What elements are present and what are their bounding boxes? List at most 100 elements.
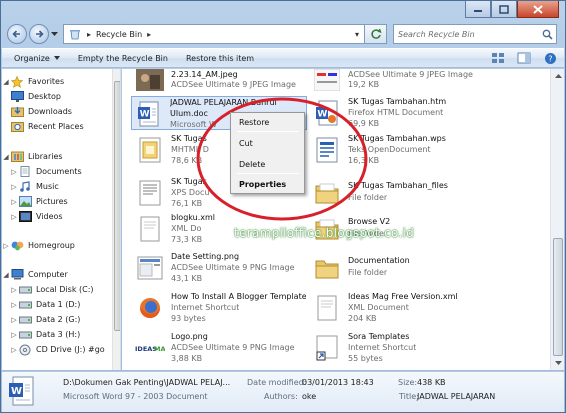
refresh-button[interactable] — [365, 24, 387, 44]
nav-data3[interactable]: ▷ Data 3 (H:) — [10, 327, 80, 342]
address-row: ▸ Recycle Bin ▸ ▾ Search Recycle Bin — [7, 23, 559, 45]
nav-computer[interactable]: ◢ Computer — [2, 267, 68, 282]
organize-button[interactable]: Organize — [14, 54, 60, 63]
file-item[interactable]: Sora Templates Internet Shortcut 55 byte… — [310, 331, 480, 365]
explorer-window: ▸ Recycle Bin ▸ ▾ Search Recycle Bin Org… — [0, 0, 566, 413]
close-button[interactable] — [517, 1, 559, 18]
address-dropdown[interactable]: ▾ — [350, 30, 364, 39]
file-item[interactable]: 2.23.14_AM.jpeg ACDSee Ultimate 9 JPEG I… — [133, 69, 303, 97]
file-type: Internet Shortcut — [348, 343, 417, 352]
expand-icon[interactable]: ▷ — [10, 331, 18, 339]
documents-icon — [18, 166, 32, 178]
nav-documents[interactable]: ▷ Documents — [10, 164, 82, 179]
maximize-button[interactable] — [491, 1, 517, 18]
preview-pane-icon[interactable] — [516, 51, 532, 65]
collapse-icon[interactable]: ◢ — [2, 153, 10, 161]
menu-item-cut[interactable]: Cut — [239, 139, 253, 148]
file-item[interactable]: Ideas Mag Free Version.xml XML Document … — [310, 291, 480, 325]
file-type: XML Document — [348, 303, 409, 312]
nav-cd-drive[interactable]: ▷ CD Drive (J:) #go — [10, 342, 105, 357]
details-file-type: Microsoft Word 97 - 2003 Document — [63, 392, 208, 401]
expand-icon[interactable]: ▷ — [10, 316, 18, 324]
nav-recent-places[interactable]: Recent Places — [10, 119, 84, 134]
nav-local-disk[interactable]: ▷ Local Disk (C:) — [10, 282, 93, 297]
nav-data1[interactable]: ▷ Data 1 (D:) — [10, 297, 80, 312]
empty-recycle-bin-label: Empty the Recycle Bin — [77, 53, 168, 63]
menu-item-properties[interactable]: Properties — [239, 180, 286, 189]
expand-icon[interactable]: ▷ — [10, 301, 18, 309]
nav-pictures[interactable]: ▷ Pictures — [10, 194, 68, 209]
menu-item-restore[interactable]: Restore — [239, 118, 269, 127]
videos-icon — [18, 211, 32, 223]
collapse-icon[interactable]: ◢ — [2, 78, 10, 86]
file-item[interactable]: IDEASMAG Logo.png ACDSee Ultimate 9 PNG … — [133, 331, 303, 365]
file-type: Internet Shortcut — [171, 303, 240, 312]
nav-desktop[interactable]: Desktop — [10, 89, 61, 104]
file-size: 3,88 KB — [171, 354, 203, 363]
watermark-text: terampiloffice.blogspot.co.id — [234, 226, 415, 240]
nav-favorites[interactable]: ◢ Favorites — [2, 74, 64, 89]
nav-downloads[interactable]: Downloads — [10, 104, 72, 119]
minimize-button[interactable] — [465, 1, 491, 18]
nav-pane-scrollbar[interactable] — [112, 69, 120, 370]
expand-icon[interactable]: ▷ — [10, 168, 18, 176]
file-item[interactable]: How To Install A Blogger Template Intern… — [133, 291, 306, 325]
drive-icon — [18, 314, 32, 326]
drive-icon — [18, 284, 32, 296]
nav-videos[interactable]: ▷ Videos — [10, 209, 63, 224]
nav-documents-label: Documents — [36, 167, 82, 176]
mhtml-document-icon — [135, 135, 165, 165]
file-type: XML Do — [171, 224, 202, 233]
nav-videos-label: Videos — [36, 212, 63, 221]
recent-pages-dropdown[interactable] — [49, 31, 59, 37]
details-file-path: D:\Dokumen Gak Penting\JADWAL PELAJ... — [63, 378, 231, 387]
file-list-scrollbar[interactable] — [550, 69, 564, 370]
nav-data2[interactable]: ▷ Data 2 (G:) — [10, 312, 80, 327]
forward-button[interactable] — [29, 24, 49, 44]
view-options-icon[interactable] — [490, 51, 506, 65]
help-icon[interactable]: ? — [542, 51, 558, 65]
file-size: 204 KB — [348, 314, 377, 323]
back-button[interactable] — [7, 24, 27, 44]
expand-icon[interactable]: ▷ — [10, 213, 18, 221]
logo-thumbnail-icon: IDEASMAG — [135, 333, 165, 363]
file-item[interactable]: Documentation File folder — [310, 251, 480, 285]
search-box[interactable]: Search Recycle Bin — [393, 24, 557, 44]
photo-thumbnail-icon — [135, 69, 165, 95]
address-bar[interactable]: ▸ Recycle Bin ▸ ▾ — [63, 24, 365, 44]
empty-recycle-bin-button[interactable]: Empty the Recycle Bin — [78, 54, 168, 63]
expand-icon[interactable]: ▷ — [10, 198, 18, 206]
scroll-thumb[interactable] — [553, 238, 563, 356]
expand-icon[interactable]: ▷ — [10, 346, 18, 354]
menu-separator — [237, 131, 299, 132]
breadcrumb-separator: ▸ — [87, 29, 92, 39]
file-item[interactable]: Date Setting.png ACDSee Ultimate 9 PNG I… — [133, 251, 303, 285]
organize-label: Organize — [14, 53, 50, 63]
scroll-down-arrow-icon[interactable] — [553, 358, 563, 368]
nav-data2-label: Data 2 (G:) — [36, 315, 81, 324]
nav-libraries[interactable]: ◢ Libraries — [2, 149, 63, 164]
menu-item-delete[interactable]: Delete — [239, 160, 265, 169]
nav-homegroup[interactable]: ▷ Homegroup — [2, 238, 75, 253]
nav-desktop-label: Desktop — [28, 92, 61, 101]
expand-icon[interactable]: ▷ — [10, 286, 18, 294]
internet-shortcut-icon — [312, 333, 342, 363]
collapse-icon[interactable]: ◢ — [2, 271, 10, 279]
search-icon[interactable] — [538, 29, 556, 40]
nav-music[interactable]: ▷ Music — [10, 179, 59, 194]
expand-icon[interactable]: ▷ — [2, 242, 10, 250]
nav-pane-scroll-thumb[interactable] — [114, 81, 120, 331]
expand-icon[interactable]: ▷ — [10, 183, 18, 191]
file-name: Sora Templates — [348, 332, 410, 341]
details-size-label: Size: — [398, 378, 418, 387]
file-name: 2.23.14_AM.jpeg — [171, 70, 238, 79]
breadcrumb-recycle-bin[interactable]: Recycle Bin — [96, 30, 142, 39]
file-item[interactable]: ACDSee Ultimate 9 JPEG Image 19,2 KB — [310, 69, 480, 97]
restore-item-label: Restore this item — [185, 53, 255, 63]
svg-text:?: ? — [548, 54, 552, 63]
scroll-up-arrow-icon[interactable] — [553, 71, 563, 81]
file-type: ACDSee Ultimate 9 PNG Image — [171, 263, 295, 272]
details-title-value: JADWAL PELAJARAN — [417, 392, 496, 401]
restore-item-button[interactable]: Restore this item — [186, 54, 254, 63]
nav-favorites-label: Favorites — [28, 77, 65, 86]
